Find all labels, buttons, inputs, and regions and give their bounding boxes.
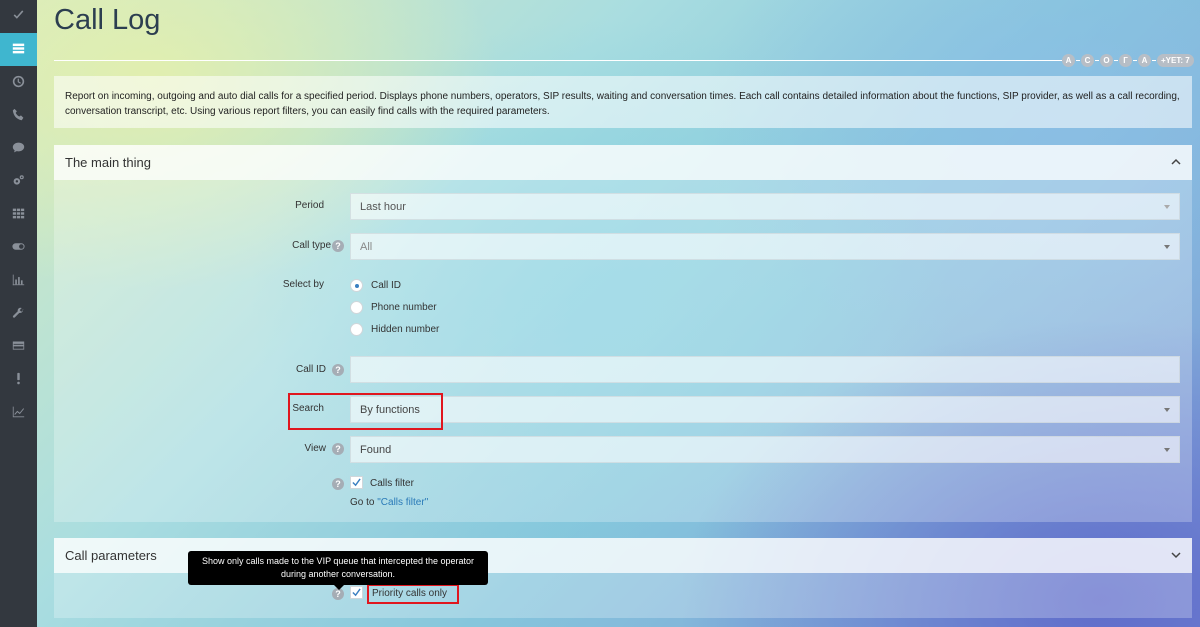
grid-icon [12, 207, 25, 223]
list-icon [12, 42, 25, 58]
period-select[interactable]: Last hour [350, 193, 1180, 220]
sidebar-item-phone[interactable] [0, 99, 37, 132]
check-icon [12, 9, 25, 25]
sidebar-item-chat[interactable] [0, 132, 37, 165]
sidebar-item-settings[interactable] [0, 165, 37, 198]
radio-hidden-number[interactable]: Hidden number [350, 323, 439, 336]
main-panel-title: The main thing [65, 155, 151, 170]
letter-index: A C O Г A +YET: 7 [1061, 54, 1194, 67]
goto-prefix: Go to [350, 497, 378, 508]
clock-icon [12, 75, 25, 91]
help-icon[interactable]: ? [332, 478, 344, 490]
chevron-down-icon[interactable] [1171, 548, 1181, 563]
radio-phone-number[interactable]: Phone number [350, 301, 437, 314]
help-icon[interactable]: ? [332, 443, 344, 455]
search-select[interactable]: By functions [350, 396, 1180, 423]
select-by-label: Select by [282, 279, 324, 290]
letter-o[interactable]: O [1100, 54, 1113, 67]
help-icon[interactable]: ? [332, 364, 344, 376]
view-value: Found [360, 443, 392, 456]
radio-button[interactable] [350, 301, 363, 314]
letter-separator [1133, 60, 1137, 61]
letter-separator [1152, 60, 1156, 61]
call-type-label: Call type [292, 240, 331, 251]
radio-call-id[interactable]: Call ID [350, 279, 401, 292]
priority-calls-checkbox[interactable] [350, 586, 363, 599]
help-icon[interactable]: ? [332, 240, 344, 252]
main-panel-header[interactable]: The main thing [54, 145, 1192, 180]
chevron-down-icon [1164, 205, 1170, 209]
view-select[interactable]: Found [350, 436, 1180, 463]
sidebar-item-tools[interactable] [0, 297, 37, 330]
calls-filter-label: Calls filter [370, 478, 414, 489]
period-label: Period [295, 200, 324, 211]
phone-icon [12, 108, 25, 124]
letter-a[interactable]: A [1062, 54, 1075, 67]
title-divider [54, 60, 1062, 61]
letter-separator [1095, 60, 1099, 61]
chevron-down-icon [1164, 408, 1170, 412]
radio-button[interactable] [350, 323, 363, 336]
page-title: Call Log [54, 4, 161, 36]
exclamation-icon [12, 372, 25, 388]
call-id-label: Call ID [295, 364, 326, 375]
sidebar-item-check[interactable] [0, 0, 37, 33]
priority-highlight [367, 584, 459, 604]
period-value: Last hour [360, 200, 406, 213]
chevron-down-icon [1164, 245, 1170, 249]
sidebar [0, 0, 37, 627]
report-description: Report on incoming, outgoing and auto di… [54, 76, 1192, 128]
letter-c[interactable]: C [1081, 54, 1094, 67]
line-chart-icon [12, 405, 25, 421]
chevron-down-icon [1164, 448, 1170, 452]
sidebar-item-statistics[interactable] [0, 396, 37, 429]
wrench-icon [12, 306, 25, 322]
sidebar-item-apps[interactable] [0, 198, 37, 231]
chat-icon [12, 141, 25, 157]
call-type-select[interactable]: All [350, 233, 1180, 260]
radio-button[interactable] [350, 279, 363, 292]
priority-tooltip: Show only calls made to the VIP queue th… [188, 551, 488, 590]
search-highlight [288, 393, 443, 430]
sidebar-item-history[interactable] [0, 66, 37, 99]
sidebar-item-alerts[interactable] [0, 363, 37, 396]
calls-filter-checkbox[interactable] [350, 476, 363, 489]
call-id-input[interactable] [350, 356, 1180, 383]
sidebar-item-billing[interactable] [0, 330, 37, 363]
letter-separator [1114, 60, 1118, 61]
call-type-value: All [360, 240, 373, 253]
radio-hidden-number-label: Hidden number [371, 324, 440, 335]
radio-call-id-label: Call ID [371, 280, 402, 291]
radio-phone-number-label: Phone number [371, 302, 437, 313]
calls-filter-link[interactable]: "Calls filter" [377, 497, 428, 508]
goto-text: Go to "Calls filter" [350, 497, 428, 508]
bar-chart-icon [12, 273, 25, 289]
letter-a2[interactable]: A [1138, 54, 1151, 67]
gears-icon [12, 174, 25, 190]
card-icon [12, 339, 25, 355]
sidebar-item-reports[interactable] [0, 264, 37, 297]
toggle-icon [12, 240, 25, 256]
main-panel: The main thing Period Last hour Call typ… [54, 145, 1192, 522]
sidebar-item-call-log[interactable] [0, 33, 37, 66]
sidebar-item-toggles[interactable] [0, 231, 37, 264]
chevron-up-icon[interactable] [1171, 155, 1181, 170]
checkmark-icon [352, 588, 361, 597]
view-label: View [304, 443, 327, 454]
letter-separator [1076, 60, 1080, 61]
call-parameters-title: Call parameters [65, 548, 157, 563]
checkmark-icon [352, 478, 361, 487]
letter-g[interactable]: Г [1119, 54, 1132, 67]
more-letters-badge[interactable]: +YET: 7 [1157, 54, 1194, 67]
